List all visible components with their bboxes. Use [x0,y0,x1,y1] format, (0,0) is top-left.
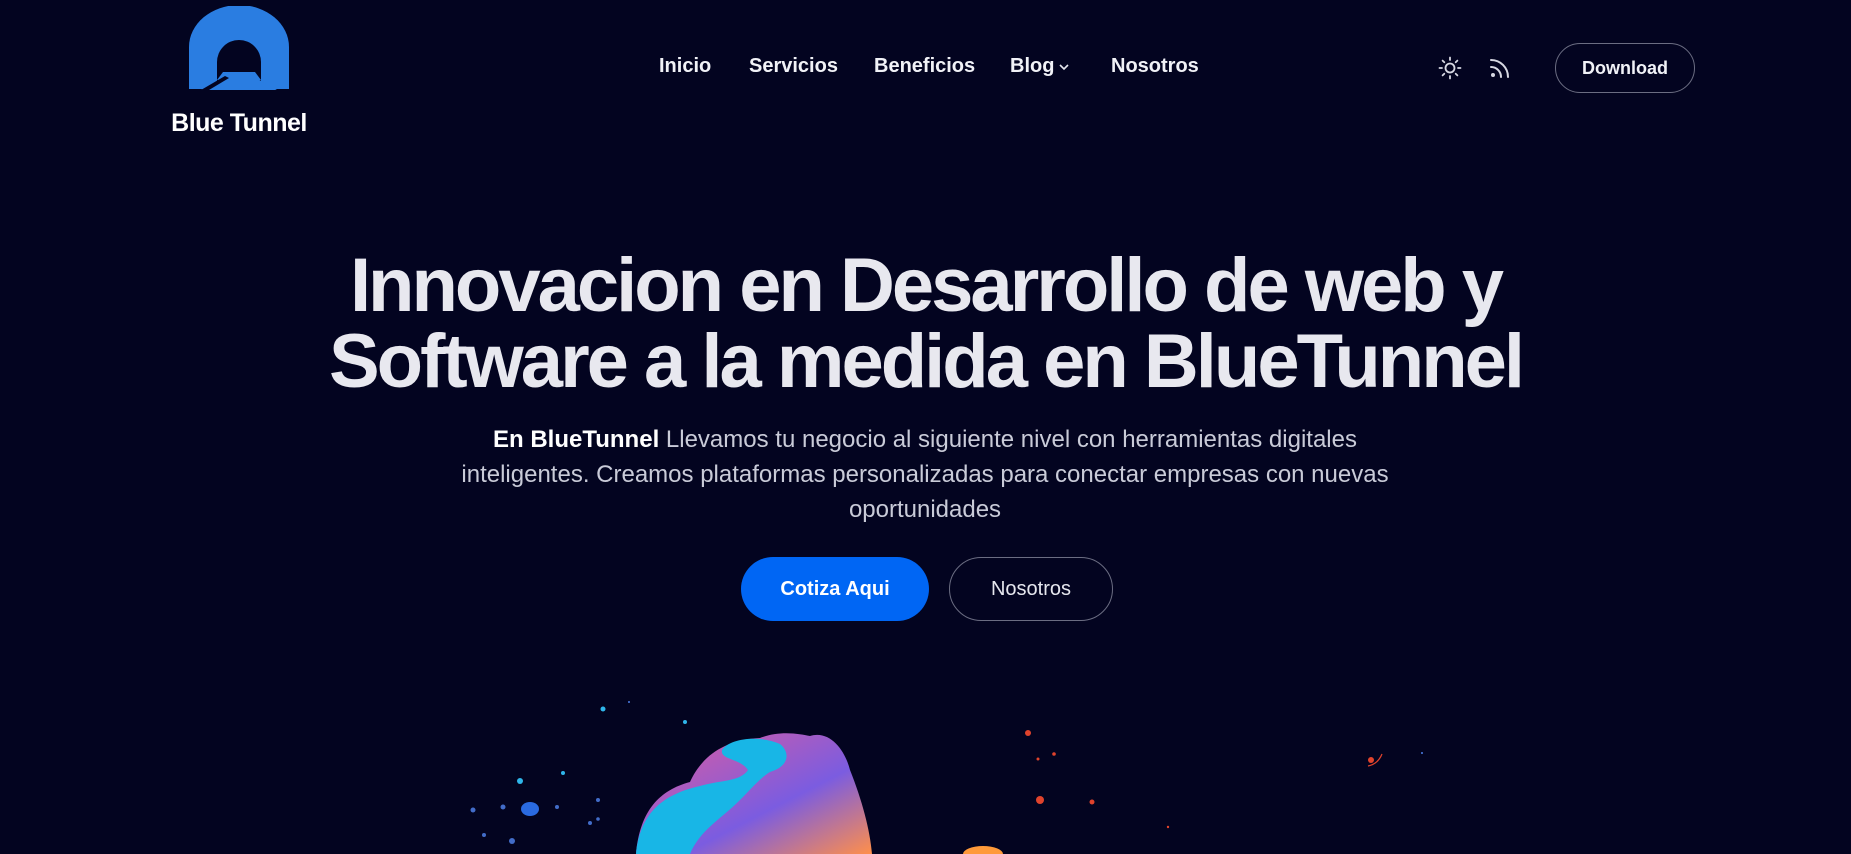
nav-item-blog-label: Blog [1010,55,1055,77]
download-button[interactable]: Download [1555,43,1695,93]
nav-item-beneficios[interactable]: Beneficios [874,55,975,78]
nav-item-blog[interactable]: Blog [1010,55,1070,78]
nav-item-inicio[interactable]: Inicio [659,55,711,78]
nav-item-nosotros[interactable]: Nosotros [1111,55,1199,78]
brand-name: Blue Tunnel [171,109,307,137]
hero-title: Innovacion en Desarrollo de web y Softwa… [0,248,1851,400]
nav-item-servicios[interactable]: Servicios [749,55,838,78]
hero-title-line-2: Software a la medida en BlueTunnel [328,319,1525,404]
rss-icon[interactable] [1487,55,1513,81]
hero-subtitle-strong: En BlueTunnel [493,426,660,453]
hero-artwork [0,690,1851,854]
hero-title-line-1: Innovacion en Desarrollo de web y [349,243,1504,328]
nosotros-button[interactable]: Nosotros [949,557,1113,621]
cotiza-button[interactable]: Cotiza Aqui [741,557,929,621]
hero-subtitle: En BlueTunnel Llevamos tu negocio al sig… [460,422,1390,527]
sun-icon[interactable] [1437,55,1463,81]
chevron-down-icon [1059,64,1070,70]
